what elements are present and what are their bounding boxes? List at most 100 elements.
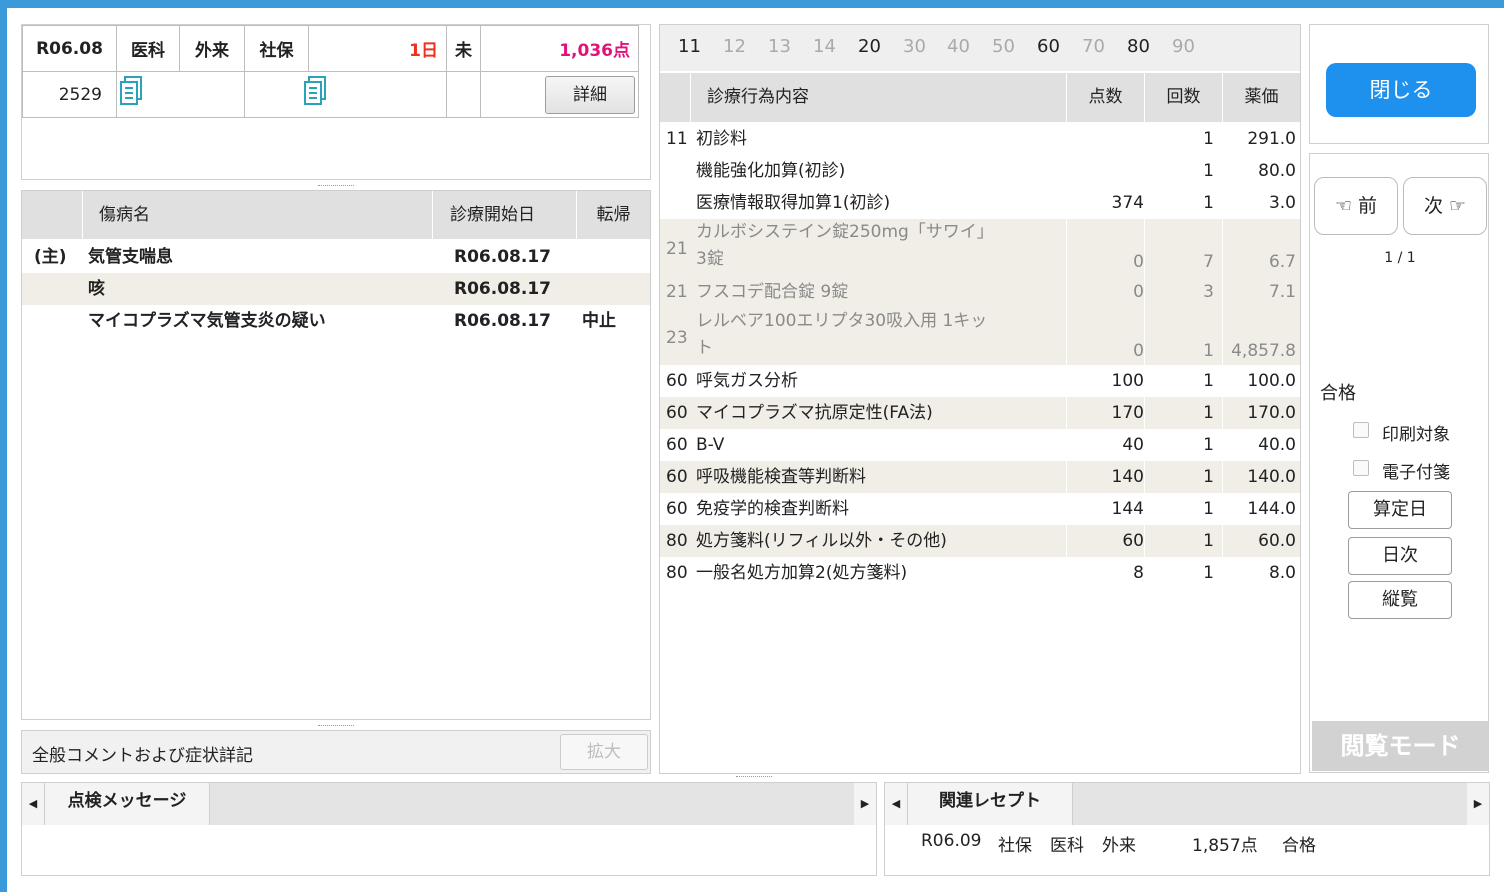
splitter-handle[interactable] — [736, 776, 772, 778]
header-disease-name: 傷病名 — [82, 191, 432, 239]
disease-row[interactable]: マイコプラズマ気管支炎の疑い R06.08.17 中止 — [22, 305, 650, 337]
scroll-left-icon[interactable]: ◀ — [885, 783, 907, 825]
daily-button[interactable]: 日次 — [1348, 537, 1452, 575]
tab-14[interactable]: 14 — [813, 36, 836, 57]
splitter-handle[interactable] — [318, 725, 354, 727]
disease-row[interactable]: (主) 気管支喘息 R06.08.17 — [22, 241, 650, 273]
side-control-panel: ☜ 前 次 ☞ 1 / 1 合格 印刷対象 電子付箋 算定日 日次 縦覧 閲覧モ… — [1309, 153, 1489, 773]
print-target-label: 印刷対象 — [1382, 425, 1450, 445]
scroll-right-icon[interactable]: ▶ — [1467, 783, 1489, 825]
splitter-handle[interactable] — [318, 185, 354, 187]
tab-12[interactable]: 12 — [723, 36, 746, 57]
procedure-row[interactable]: 60 マイコプラズマ抗原定性(FA法) 170 1 170.0 — [660, 397, 1300, 429]
procedure-name: 初診料 — [696, 129, 747, 149]
column-separator — [1066, 187, 1067, 219]
disease-table-header: 傷病名 診療開始日 転帰 — [22, 191, 650, 239]
disease-name: 気管支喘息 — [88, 247, 173, 267]
column-separator — [1066, 219, 1067, 276]
tab-60[interactable]: 60 — [1037, 36, 1060, 57]
procedure-count: 1 — [1203, 435, 1214, 455]
column-separator — [1222, 429, 1223, 461]
document-icon[interactable] — [117, 76, 147, 113]
tab-40[interactable]: 40 — [947, 36, 970, 57]
procedure-points: 60 — [1122, 531, 1144, 551]
procedure-row[interactable]: 80 処方箋料(リフィル以外・その他) 60 1 60.0 — [660, 525, 1300, 557]
expand-button[interactable]: 拡大 — [560, 734, 648, 770]
close-button[interactable]: 閉じる — [1326, 63, 1476, 117]
view-mode-badge: 閲覧モード — [1312, 721, 1489, 771]
e-tag-checkbox[interactable] — [1353, 460, 1369, 476]
tab-80[interactable]: 80 — [1127, 36, 1150, 57]
related-receipt-panel: ◀ 関連レセプト ▶ R06.09 社保 医科 外来 1,857点 合格 — [884, 782, 1490, 876]
column-separator — [1066, 557, 1067, 589]
procedure-name-cont: 3錠 — [696, 249, 724, 269]
tab-30[interactable]: 30 — [903, 36, 926, 57]
column-separator — [1222, 365, 1223, 397]
days-count: 1日 — [308, 25, 447, 72]
scroll-left-icon[interactable]: ◀ — [22, 783, 44, 825]
procedure-panel: 11 12 13 14 20 30 40 50 60 70 80 90 診療行為… — [659, 24, 1301, 774]
disease-row[interactable]: 咳 R06.08.17 — [22, 273, 650, 305]
procedure-row[interactable]: 60 呼吸機能検査等判断料 140 1 140.0 — [660, 461, 1300, 493]
column-separator — [1066, 429, 1067, 461]
tab-13[interactable]: 13 — [768, 36, 791, 57]
header-price: 薬価 — [1222, 73, 1300, 122]
procedure-points: 170 — [1111, 403, 1144, 423]
column-separator — [1222, 493, 1223, 525]
procedure-row[interactable]: 機能強化加算(初診) 1 80.0 — [660, 155, 1300, 187]
procedure-row[interactable]: 23 レルベア100エリプタ30吸入用 1キット 0 1 4,857.8 — [660, 308, 1300, 365]
procedure-points: 374 — [1111, 193, 1144, 213]
scroll-right-icon[interactable]: ▶ — [854, 783, 876, 825]
procedure-row[interactable]: 21 カルボシステイン錠250mg「サワイ」 3錠 0 7 6.7 — [660, 219, 1300, 276]
column-separator — [1066, 397, 1067, 429]
disease-name: マイコプラズマ気管支炎の疑い — [88, 311, 326, 331]
patient-doc-cell — [116, 71, 245, 118]
procedure-row[interactable]: 60 B-V 40 1 40.0 — [660, 429, 1300, 461]
tab-90[interactable]: 90 — [1172, 36, 1195, 57]
vertical-view-button[interactable]: 縦覧 — [1348, 581, 1452, 619]
procedure-row[interactable]: 60 呼気ガス分析 100 1 100.0 — [660, 365, 1300, 397]
procedure-row[interactable]: 11 初診料 1 291.0 — [660, 123, 1300, 155]
tab-50[interactable]: 50 — [992, 36, 1015, 57]
procedure-row[interactable]: 21 フスコデ配合錠 9錠 0 3 7.1 — [660, 276, 1300, 308]
column-separator — [1066, 493, 1067, 525]
procedure-price: 6.7 — [1268, 252, 1296, 272]
column-separator — [1222, 276, 1223, 308]
column-separator — [1144, 525, 1145, 557]
procedure-code: 80 — [666, 531, 688, 551]
related-receipt-row[interactable]: R06.09 社保 医科 外来 1,857点 合格 — [885, 831, 1489, 863]
print-target-checkbox[interactable] — [1353, 422, 1369, 438]
procedure-price: 170.0 — [1247, 403, 1296, 423]
detail-button[interactable]: 詳細 — [545, 75, 635, 114]
procedure-row[interactable]: 80 一般名処方加算2(処方箋料) 8 1 8.0 — [660, 557, 1300, 589]
procedure-code: 11 — [666, 129, 688, 149]
tab-11[interactable]: 11 — [678, 36, 701, 57]
related-tab-bar: ◀ 関連レセプト ▶ — [885, 783, 1489, 825]
tab-20[interactable]: 20 — [858, 36, 881, 57]
tab-check-messages[interactable]: 点検メッセージ — [44, 783, 210, 825]
procedure-row[interactable]: 60 免疫学的検査判断料 144 1 144.0 — [660, 493, 1300, 525]
main-disease-mark: (主) — [34, 247, 67, 267]
procedure-name: カルボシステイン錠250mg「サワイ」 — [696, 222, 994, 242]
tab-70[interactable]: 70 — [1082, 36, 1105, 57]
next-button[interactable]: 次 ☞ — [1403, 177, 1487, 235]
tab-related-receipts[interactable]: 関連レセプト — [907, 783, 1073, 825]
procedure-points: 0 — [1133, 252, 1144, 272]
close-panel: 閉じる — [1309, 24, 1489, 144]
document-icon[interactable] — [301, 76, 331, 113]
related-date: R06.09 — [921, 831, 982, 851]
header-start-date: 診療開始日 — [432, 191, 576, 239]
procedure-count: 1 — [1203, 563, 1214, 583]
receipt-header-panel: R06.08 医科 外来 社保 1日 未 1,036点 2529 詳細 — [21, 24, 651, 180]
procedure-code: 60 — [666, 371, 688, 391]
receipt-header-grid: R06.08 医科 外来 社保 1日 未 1,036点 2529 詳細 — [22, 25, 639, 118]
procedure-name: B-V — [696, 435, 725, 455]
calc-date-button[interactable]: 算定日 — [1348, 491, 1452, 529]
prev-button[interactable]: ☜ 前 — [1314, 177, 1398, 235]
procedure-count: 7 — [1203, 252, 1214, 272]
procedure-price: 7.1 — [1268, 282, 1296, 302]
procedure-code: 23 — [666, 328, 688, 348]
procedure-code: 60 — [666, 435, 688, 455]
related-insurance: 社保 — [998, 836, 1032, 856]
procedure-row[interactable]: 医療情報取得加算1(初診) 374 1 3.0 — [660, 187, 1300, 219]
